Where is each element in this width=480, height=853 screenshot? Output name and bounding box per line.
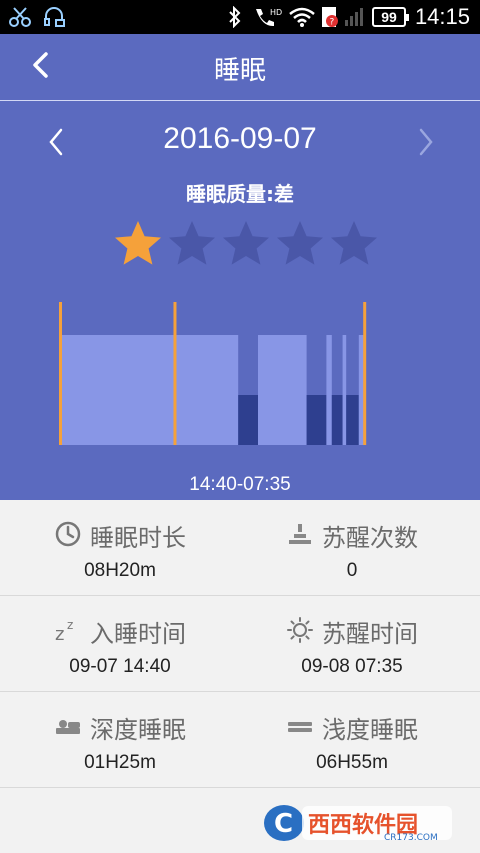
deep-sleep-icon [54, 712, 82, 744]
light-sleep-bar [258, 335, 307, 445]
stat-item: 苏醒次数 0 [232, 500, 472, 596]
stat-label: 深度睡眠 [90, 716, 186, 744]
sleep-stats: 睡眠时长 08H20m 苏醒次数 0 z z 入睡时间 09-07 14:40 苏醒时间 09-0… [0, 500, 480, 788]
sleep-marker-line [59, 302, 62, 445]
sleep-marker-line [363, 302, 367, 445]
wake-count-icon [286, 520, 314, 552]
stats-row: 睡眠时长 08H20m 苏醒次数 0 [0, 500, 480, 596]
stat-item: 苏醒时间 09-08 07:35 [232, 596, 472, 692]
svg-text:z: z [55, 624, 64, 644]
date-label: 2016-09-07 [163, 122, 317, 155]
light-sleep-bar [326, 335, 332, 445]
stat-value: 09-08 07:35 [301, 656, 403, 677]
stat-item: 睡眠时长 08H20m [0, 500, 240, 596]
stats-row: z z 入睡时间 09-07 14:40 苏醒时间 09-08 07:35 [0, 596, 480, 692]
light-sleep-bar [342, 335, 347, 445]
stat-value: 01H25m [84, 752, 156, 773]
app-bar: 睡眠 [0, 34, 480, 100]
stat-label: 苏醒时间 [322, 620, 418, 648]
page-title: 睡眠 [213, 56, 266, 86]
sleep-chart [59, 302, 367, 445]
stat-value: 09-07 14:40 [69, 656, 171, 677]
star-filled-icon [115, 221, 161, 265]
battery-icon: 99 [372, 7, 409, 27]
bluetooth-icon [228, 6, 242, 28]
star-empty-icon [277, 221, 323, 265]
svg-text:HD: HD [270, 8, 282, 17]
sleep-time-range: 14:40-07:35 [189, 474, 291, 495]
zzz-icon: zz [54, 616, 82, 648]
light-sleep-bar [60, 335, 239, 445]
deep-sleep-bar [306, 395, 327, 445]
svg-text:?: ? [330, 18, 335, 28]
deep-sleep-bar [346, 395, 359, 445]
wifi-icon [288, 6, 316, 28]
headset-icon [42, 6, 66, 28]
stat-value: 06H55m [316, 752, 388, 773]
stats-row: 深度睡眠 01H25m 浅度睡眠 06H55m [0, 692, 480, 788]
deep-sleep-bar [238, 395, 258, 445]
sleep-quality-label: 睡眠质量:差 [186, 182, 294, 206]
phone-signal-icon: HD [252, 6, 282, 28]
stat-item: z z 入睡时间 09-07 14:40 [0, 596, 240, 692]
svg-text:z: z [67, 618, 73, 632]
stat-label: 苏醒次数 [322, 524, 418, 552]
watermark-url: CR173.COM [384, 833, 438, 843]
clock-icon [54, 520, 82, 552]
stat-item: 浅度睡眠 06H55m [232, 692, 472, 788]
watermark-logo: C 西西软件园 CR173.COM [264, 805, 452, 843]
stat-value: 08H20m [84, 560, 156, 581]
battery-level: 99 [381, 9, 397, 25]
sleep-marker-line [173, 302, 177, 445]
sun-icon [286, 616, 314, 648]
status-bar: HD ? 99 14:15 [0, 0, 480, 34]
clock-time: 14:15 [414, 4, 470, 29]
light-sleep-icon [286, 712, 314, 744]
stat-item: 深度睡眠 01H25m [0, 692, 240, 788]
stat-label: 睡眠时长 [90, 524, 186, 552]
stat-label: 入睡时间 [90, 620, 186, 648]
stat-value: 0 [346, 560, 358, 581]
signal-icon [344, 6, 364, 28]
star-empty-icon [331, 221, 377, 265]
next-day-button[interactable] [414, 126, 438, 158]
star-empty-icon [169, 221, 215, 265]
deep-sleep-bar [331, 395, 343, 445]
sim-icon: ? [320, 6, 340, 28]
svg-text:C: C [274, 809, 293, 839]
scissors-icon [8, 6, 32, 28]
star-empty-icon [223, 221, 269, 265]
stat-label: 浅度睡眠 [322, 716, 418, 744]
quality-rating [112, 218, 380, 270]
